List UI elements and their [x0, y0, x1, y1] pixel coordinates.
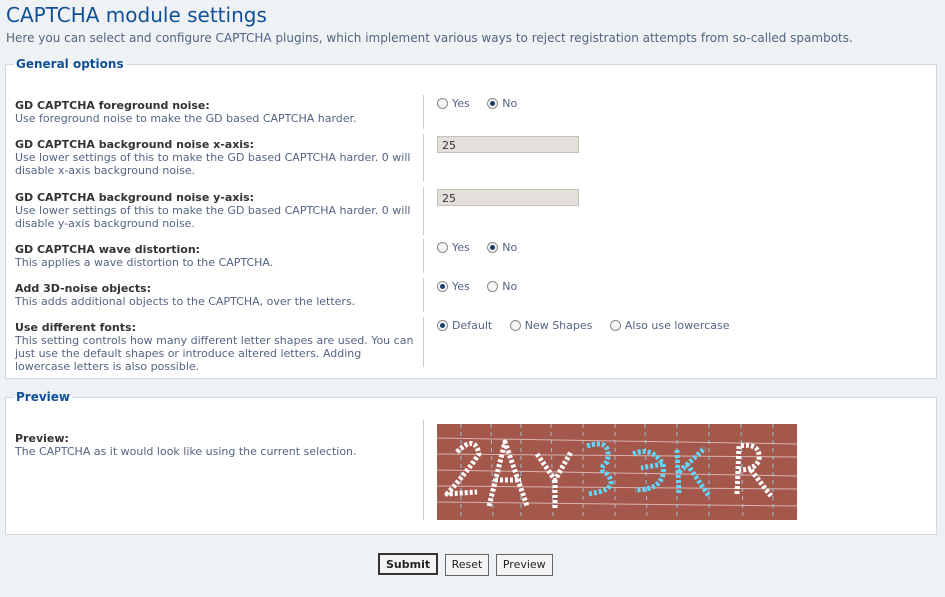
divider: [423, 420, 424, 520]
bg-noise-x-input[interactable]: 25: [437, 136, 579, 153]
radio-selected-icon[interactable]: [437, 319, 448, 331]
fonts-default[interactable]: Default: [437, 319, 492, 332]
page-title: CAPTCHA module settings: [6, 3, 267, 27]
divider: [423, 134, 424, 182]
foreground-noise-title: GD CAPTCHA foreground noise:: [15, 99, 210, 112]
captcha-preview-image: [437, 424, 797, 520]
radio-selected-icon[interactable]: [487, 241, 499, 253]
submit-button[interactable]: Submit: [378, 553, 439, 575]
wave-no[interactable]: No: [487, 241, 517, 254]
fonts-title: Use different fonts:: [15, 321, 136, 334]
fonts-desc: This setting controls how many different…: [15, 334, 414, 373]
bg-noise-y-title: GD CAPTCHA background noise y-axis:: [15, 191, 255, 204]
setting-bg-noise-x: GD CAPTCHA background noise x-axis: Use …: [15, 134, 930, 182]
wave-desc: This applies a wave distortion to the CA…: [15, 256, 274, 269]
radio-icon[interactable]: [487, 280, 499, 292]
bg-noise-x-title: GD CAPTCHA background noise x-axis:: [15, 138, 255, 151]
setting-fonts: Use different fonts: This setting contro…: [15, 317, 930, 377]
divider: [423, 187, 424, 235]
radio-icon[interactable]: [609, 319, 621, 331]
divider: [423, 95, 424, 129]
noise3d-desc: This adds additional objects to the CAPT…: [15, 295, 356, 308]
preview-title: Preview:: [15, 432, 69, 445]
preview-row: Preview: The CAPTCHA as it would look li…: [15, 420, 930, 532]
radio-icon[interactable]: [509, 319, 521, 331]
divider: [423, 278, 424, 312]
foreground-noise-no[interactable]: No: [487, 97, 517, 110]
radio-selected-icon[interactable]: [437, 280, 448, 292]
setting-wave-distortion: GD CAPTCHA wave distortion: This applies…: [15, 239, 930, 273]
radio-icon[interactable]: [437, 97, 448, 109]
divider: [423, 317, 424, 367]
preview-fieldset: Preview Preview: The CAPTCHA as it would…: [5, 390, 937, 535]
preview-legend: Preview: [16, 390, 71, 404]
reset-button[interactable]: Reset: [444, 554, 490, 576]
setting-bg-noise-y: GD CAPTCHA background noise y-axis: Use …: [15, 187, 930, 235]
bg-noise-x-desc: Use lower settings of this to make the G…: [15, 151, 411, 177]
foreground-noise-desc: Use foreground noise to make the GD base…: [15, 112, 357, 125]
page-intro: Here you can select and configure CAPTCH…: [6, 31, 853, 45]
setting-3d-noise: Add 3D-noise objects: This adds addition…: [15, 278, 930, 312]
radio-icon[interactable]: [437, 241, 448, 253]
bg-noise-y-input[interactable]: 25: [437, 189, 579, 206]
general-options-legend: General options: [16, 57, 124, 71]
foreground-noise-yes[interactable]: Yes: [437, 97, 470, 110]
fonts-lowercase[interactable]: Also use lowercase: [609, 319, 730, 332]
setting-foreground-noise: GD CAPTCHA foreground noise: Use foregro…: [15, 95, 930, 129]
preview-desc: The CAPTCHA as it would look like using …: [15, 445, 357, 458]
form-buttons: Submit Reset Preview: [378, 553, 556, 576]
radio-selected-icon[interactable]: [487, 97, 499, 109]
wave-yes[interactable]: Yes: [437, 241, 470, 254]
divider: [423, 239, 424, 273]
preview-button[interactable]: Preview: [495, 554, 553, 576]
noise3d-no[interactable]: No: [487, 280, 517, 293]
noise3d-title: Add 3D-noise objects:: [15, 282, 152, 295]
general-options-fieldset: General options GD CAPTCHA foreground no…: [5, 57, 937, 379]
noise3d-yes[interactable]: Yes: [437, 280, 470, 293]
fonts-new-shapes[interactable]: New Shapes: [509, 319, 592, 332]
wave-title: GD CAPTCHA wave distortion:: [15, 243, 201, 256]
bg-noise-y-desc: Use lower settings of this to make the G…: [15, 204, 411, 230]
